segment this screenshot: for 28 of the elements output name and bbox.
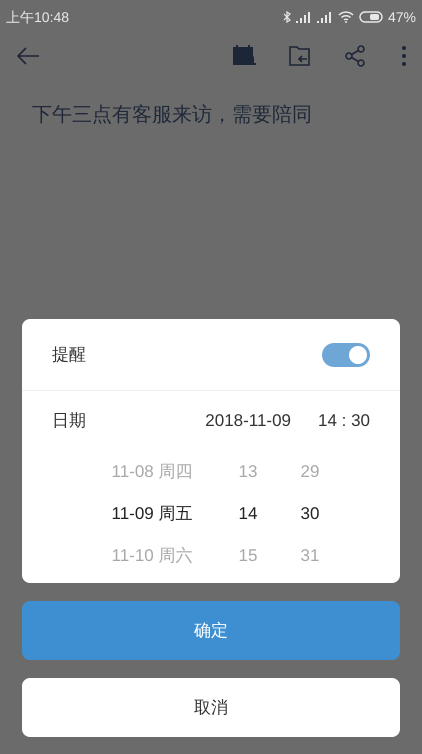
date-label: 日期 xyxy=(52,410,86,432)
folder-icon[interactable] xyxy=(288,44,312,68)
status-time: 上午10:48 xyxy=(6,8,70,26)
picker-item[interactable]: 15 xyxy=(238,535,258,577)
picker-item[interactable]: 13 xyxy=(238,451,258,493)
bluetooth-icon xyxy=(282,11,291,23)
picker-item[interactable]: 29 xyxy=(300,451,320,493)
picker-item[interactable]: 30 xyxy=(300,493,320,535)
wifi-icon xyxy=(338,11,354,23)
date-value: 2018-11-09 xyxy=(205,410,291,432)
picker-item[interactable]: 11-09 周五 xyxy=(112,493,192,535)
reminder-toggle[interactable] xyxy=(322,342,370,366)
cancel-button[interactable]: 取消 xyxy=(22,678,400,737)
picker-item[interactable]: 11-10 周六 xyxy=(112,535,192,577)
signal-icon xyxy=(316,12,333,22)
time-value: 14 : 30 xyxy=(318,410,370,432)
picker-item[interactable]: 14 xyxy=(238,493,258,535)
reminder-label: 提醒 xyxy=(52,344,86,366)
share-icon[interactable] xyxy=(344,45,366,67)
picker-item[interactable]: 31 xyxy=(300,535,320,577)
battery-level: 47% xyxy=(388,8,416,26)
note-text: 下午三点有客服来访，需要陪同 xyxy=(31,103,313,128)
confirm-button[interactable]: 确定 xyxy=(22,601,400,660)
more-icon[interactable] xyxy=(402,46,406,66)
signal-icon xyxy=(296,12,312,22)
battery-icon xyxy=(358,11,383,23)
back-icon[interactable] xyxy=(16,46,40,66)
picker-item[interactable]: 11-08 周四 xyxy=(112,451,192,493)
